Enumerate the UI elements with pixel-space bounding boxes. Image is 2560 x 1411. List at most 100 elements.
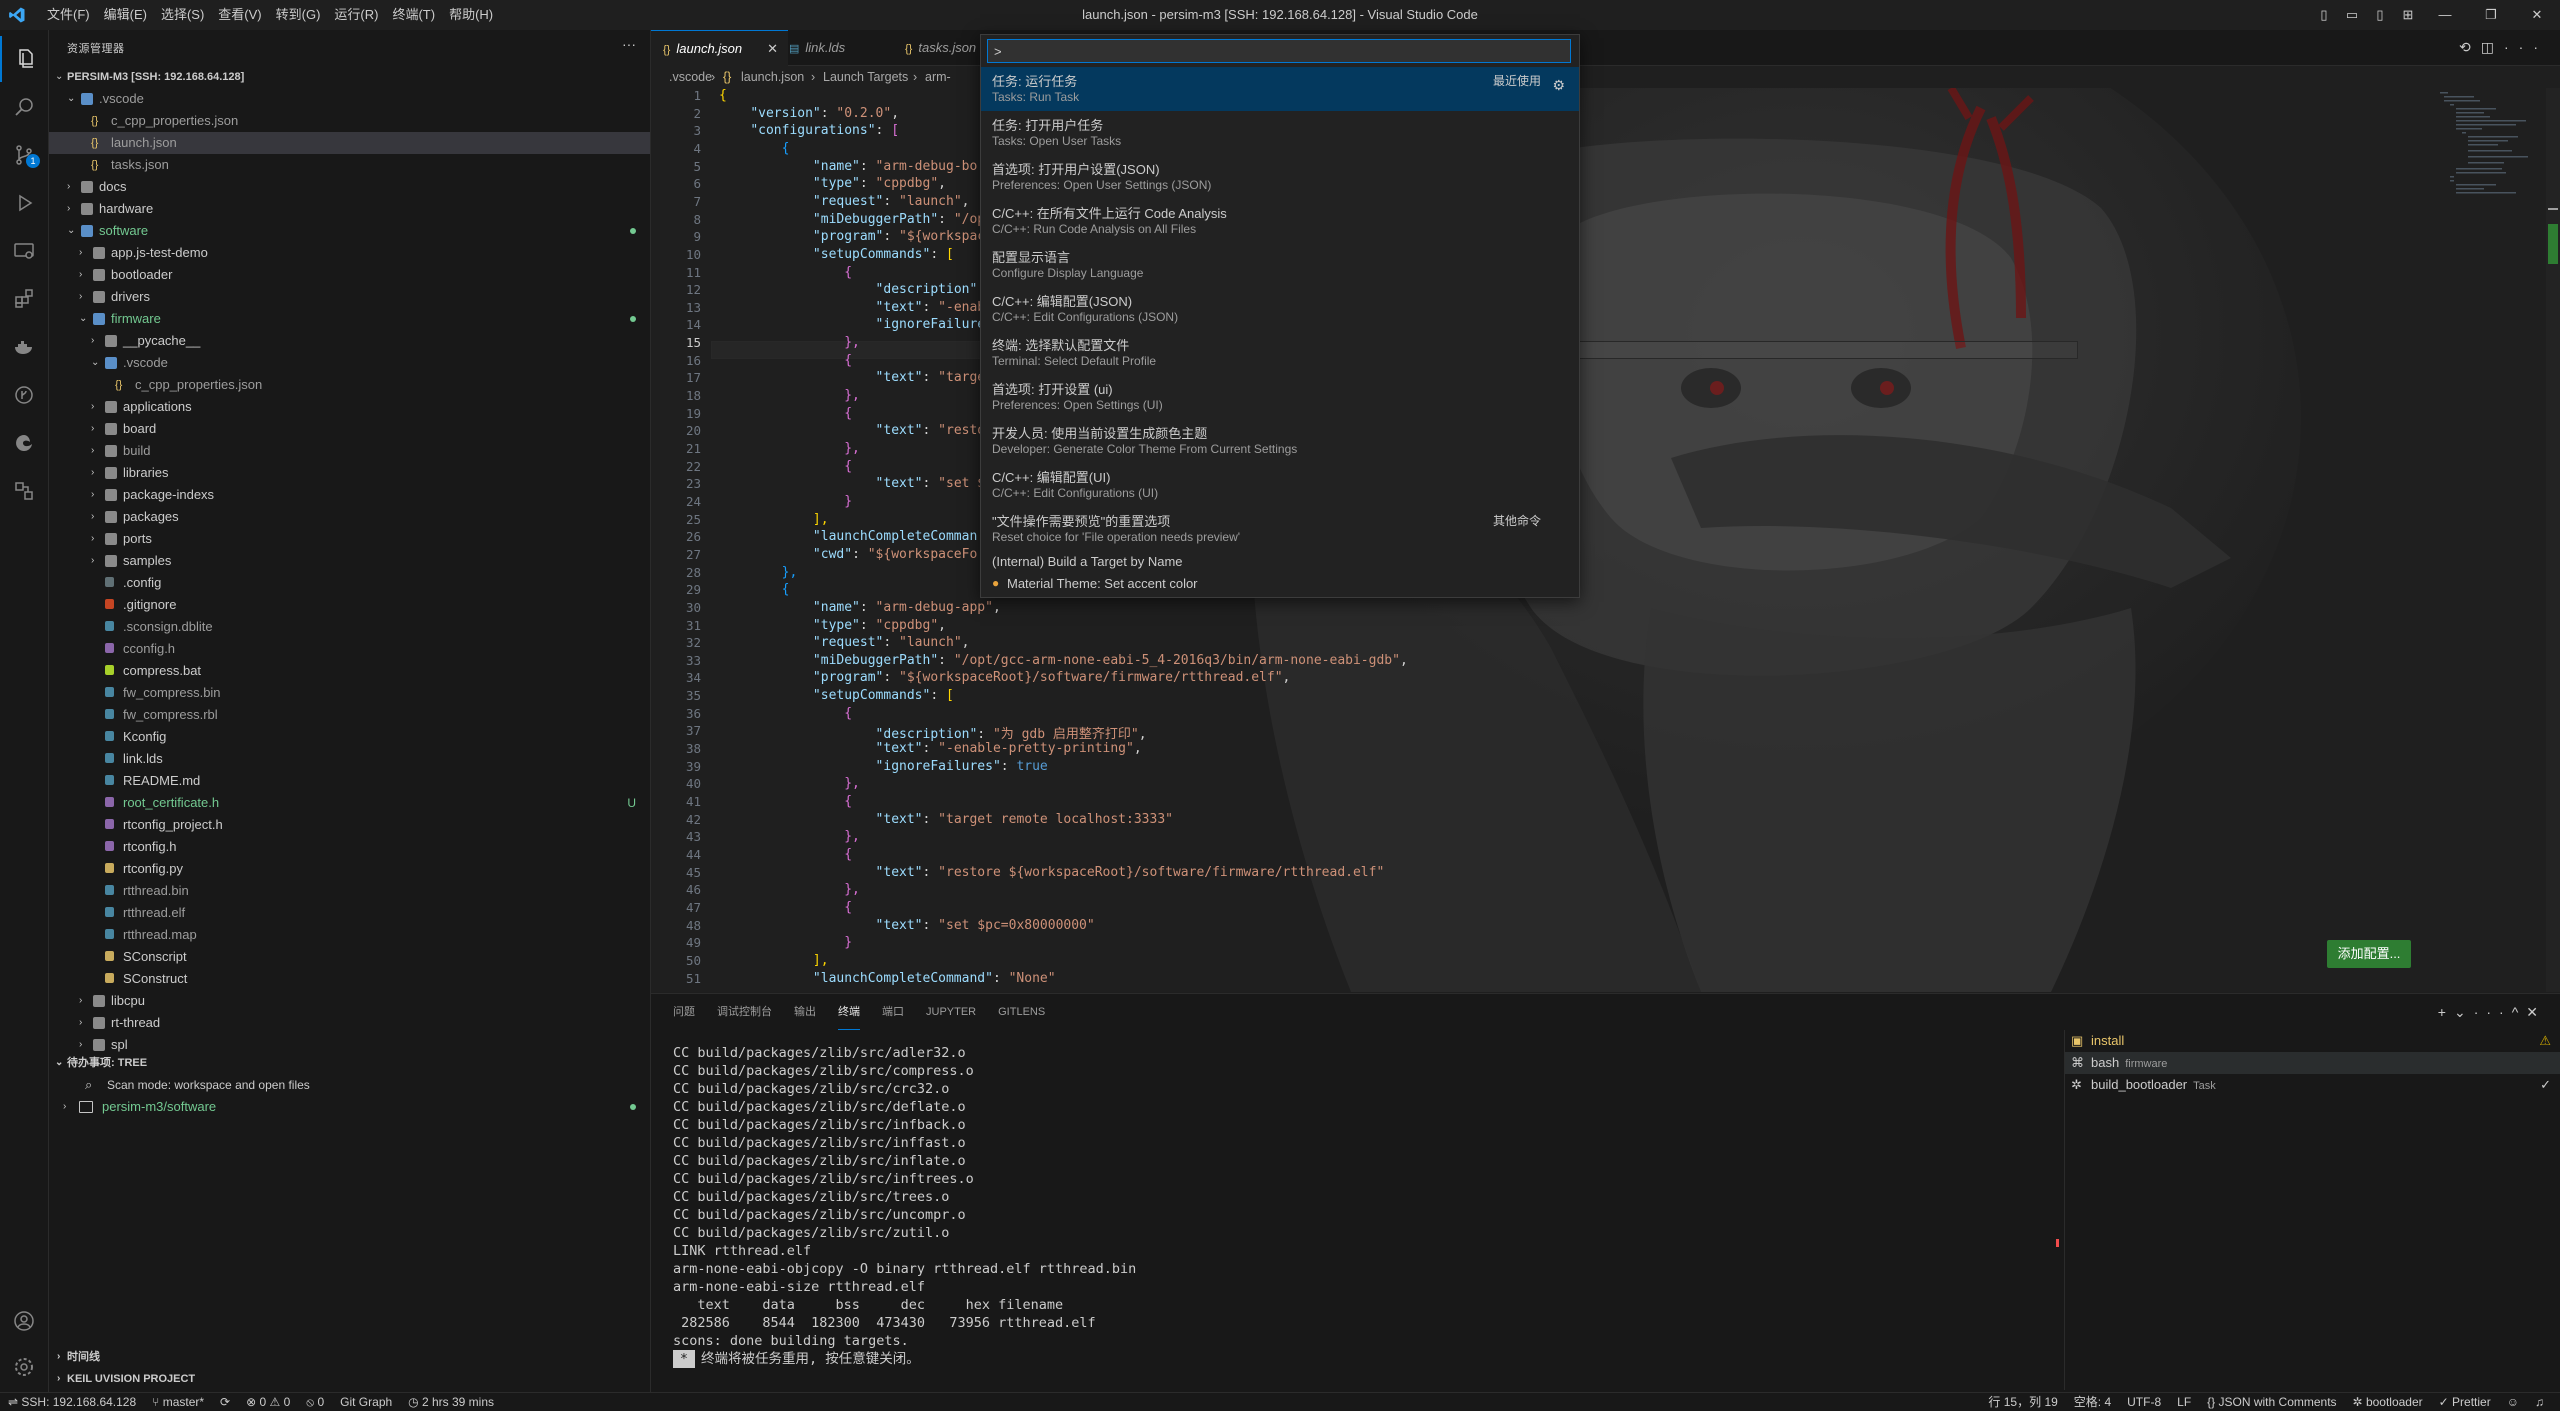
add-configuration-button[interactable]: 添加配置... <box>2327 940 2411 968</box>
prettier-indicator[interactable]: ✓ Prettier <box>2431 1393 2499 1411</box>
sync-icon[interactable]: ⟳ <box>212 1393 238 1411</box>
tree-item[interactable]: ⌄ firmware <box>49 308 650 330</box>
command-item[interactable]: 首选项: 打开用户设置(JSON) Preferences: Open User … <box>981 155 1579 199</box>
breadcrumb-item[interactable]: launch.json <box>741 66 804 88</box>
todo-scan-mode[interactable]: ⌕ Scan mode: workspace and open files <box>49 1074 650 1096</box>
breadcrumb-item[interactable]: .vscode <box>669 66 712 88</box>
feedback-icon[interactable]: ☺ <box>2499 1393 2527 1411</box>
todo-tree-section[interactable]: ⌄ 待办事项: TREE <box>49 1052 650 1074</box>
command-item[interactable]: 任务: 打开用户任务 Tasks: Open User Tasks <box>981 111 1579 155</box>
new-terminal-icon[interactable]: +⌄ <box>2438 1004 2474 1020</box>
more-actions-icon[interactable]: ··· <box>2474 1004 2512 1020</box>
search-icon[interactable] <box>0 84 48 130</box>
tree-item[interactable]: › board <box>49 418 650 440</box>
tree-item[interactable]: {} tasks.json <box>49 154 650 176</box>
breadcrumb-item[interactable]: arm- <box>925 66 951 88</box>
todo-root[interactable]: › persim-m3/software <box>49 1096 650 1118</box>
tree-item[interactable]: rtthread.map <box>49 924 650 946</box>
panel-tab[interactable]: 输出 <box>794 994 816 1030</box>
configure-keybinding-gear-icon[interactable]: ⚙ <box>1552 77 1565 94</box>
menu-item[interactable]: 文件(F) <box>40 0 97 30</box>
command-item[interactable]: 终端: 选择默认配置文件 Terminal: Select Default Pro… <box>981 331 1579 375</box>
tree-item[interactable]: SConscript <box>49 946 650 968</box>
workspace-root[interactable]: ⌄ PERSIM-M3 [SSH: 192.168.64.128] <box>49 66 650 88</box>
panel-tab[interactable]: 调试控制台 <box>717 994 772 1030</box>
end-of-line[interactable]: LF <box>2169 1393 2199 1411</box>
toggle-secondary-sidebar-icon[interactable]: ▯ <box>2366 0 2394 30</box>
panel-tab[interactable]: JUPYTER <box>926 994 976 1030</box>
tree-item[interactable]: Kconfig <box>49 726 650 748</box>
menu-item[interactable]: 选择(S) <box>154 0 211 30</box>
tree-item[interactable]: rtconfig.h <box>49 836 650 858</box>
tab-link-lds[interactable]: ▤ link.lds <box>777 30 904 65</box>
command-item[interactable]: "文件操作需要预览"的重置选项 Reset choice for 'File op… <box>981 507 1579 551</box>
tree-item[interactable]: root_certificate.h U <box>49 792 650 814</box>
tree-item[interactable]: › package-indexs <box>49 484 650 506</box>
source-control-icon[interactable]: 1 <box>0 132 48 178</box>
command-item[interactable]: C/C++: 编辑配置(UI) C/C++: Edit Configuration… <box>981 463 1579 507</box>
tree-item[interactable]: {} c_cpp_properties.json <box>49 374 650 396</box>
tree-item[interactable]: rtthread.elf <box>49 902 650 924</box>
account-icon[interactable] <box>0 1298 48 1344</box>
terminal-instance[interactable]: ▣ install ⚠ <box>2065 1030 2560 1052</box>
tree-item[interactable]: fw_compress.bin <box>49 682 650 704</box>
menu-item[interactable]: 终端(T) <box>385 0 442 30</box>
edge-icon[interactable] <box>0 420 48 466</box>
tree-item[interactable]: › samples <box>49 550 650 572</box>
customize-layout-icon[interactable]: ⊞ <box>2394 0 2422 30</box>
menu-item[interactable]: 转到(G) <box>269 0 328 30</box>
tree-item[interactable]: cconfig.h <box>49 638 650 660</box>
tree-item[interactable]: SConstruct <box>49 968 650 990</box>
tree-item[interactable]: .config <box>49 572 650 594</box>
tree-item[interactable]: compress.bat <box>49 660 650 682</box>
indentation[interactable]: 空格: 4 <box>2066 1393 2119 1411</box>
ports-indicator[interactable]: ⦸ 0 <box>298 1393 332 1411</box>
tree-item[interactable]: › build <box>49 440 650 462</box>
breadcrumb-item[interactable]: Launch Targets <box>823 66 908 88</box>
panel-tab[interactable]: 终端 <box>838 994 860 1030</box>
tree-item[interactable]: › applications <box>49 396 650 418</box>
tree-item[interactable]: fw_compress.rbl <box>49 704 650 726</box>
timeline-section[interactable]: › 时间线 <box>49 1346 650 1368</box>
command-item[interactable]: 首选项: 打开设置 (ui) Preferences: Open Settings… <box>981 375 1579 419</box>
run-debug-icon[interactable] <box>0 180 48 226</box>
more-actions-icon[interactable]: ··· <box>2504 39 2548 55</box>
tree-item[interactable]: .gitignore <box>49 594 650 616</box>
command-item[interactable]: 配置显示语言 Configure Display Language <box>981 243 1579 287</box>
git-graph-status[interactable]: Git Graph <box>332 1393 400 1411</box>
tree-item[interactable]: › docs <box>49 176 650 198</box>
git-graph-icon[interactable] <box>0 372 48 418</box>
command-item[interactable]: ● Material Theme: Set accent color <box>981 573 1579 595</box>
menu-item[interactable]: 查看(V) <box>211 0 268 30</box>
tree-item[interactable]: {} launch.json <box>49 132 650 154</box>
settings-gear-icon[interactable] <box>0 1344 48 1390</box>
explorer-icon[interactable] <box>0 36 50 82</box>
menu-item[interactable]: 帮助(H) <box>442 0 500 30</box>
command-item[interactable]: C/C++: 在所有文件上运行 Code Analysis C/C++: Run … <box>981 199 1579 243</box>
command-input[interactable]: > <box>987 39 1571 63</box>
menu-item[interactable]: 编辑(E) <box>97 0 154 30</box>
tree-item[interactable]: ⌄ .vscode <box>49 88 650 110</box>
tree-item[interactable]: › packages <box>49 506 650 528</box>
toggle-primary-sidebar-icon[interactable]: ▯ <box>2310 0 2338 30</box>
tree-item[interactable]: rtconfig.py <box>49 858 650 880</box>
problems-indicator[interactable]: ⊗ 0 ⚠ 0 <box>238 1393 298 1411</box>
minimize-icon[interactable]: — <box>2422 0 2468 30</box>
panel-tab[interactable]: 问题 <box>673 994 695 1030</box>
panel-tab[interactable]: GITLENS <box>998 994 1045 1030</box>
tree-item[interactable]: ⌄ .vscode <box>49 352 650 374</box>
keil-section[interactable]: › KEIL UVISION PROJECT <box>49 1368 650 1390</box>
menu-item[interactable]: 运行(R) <box>327 0 385 30</box>
tree-item[interactable]: link.lds <box>49 748 650 770</box>
maximize-panel-icon[interactable]: ^ <box>2512 1004 2527 1020</box>
command-item[interactable]: 任务: 运行任务 Tasks: Run Task 最近使用 ⚙ <box>981 67 1579 111</box>
tab-launch-json[interactable]: {} launch.json ✕ <box>651 30 788 66</box>
tree-item[interactable]: › libraries <box>49 462 650 484</box>
timer-indicator[interactable]: ◷ 2 hrs 39 mins <box>400 1393 502 1411</box>
tree-item[interactable]: › app.js-test-demo <box>49 242 650 264</box>
cursor-position[interactable]: 行 15，列 19 <box>1980 1393 2065 1411</box>
remote-explorer-icon[interactable] <box>0 228 48 274</box>
tree-item[interactable]: .sconsign.dblite <box>49 616 650 638</box>
extensions-icon[interactable] <box>0 276 48 322</box>
close-panel-icon[interactable]: ✕ <box>2526 1004 2546 1020</box>
